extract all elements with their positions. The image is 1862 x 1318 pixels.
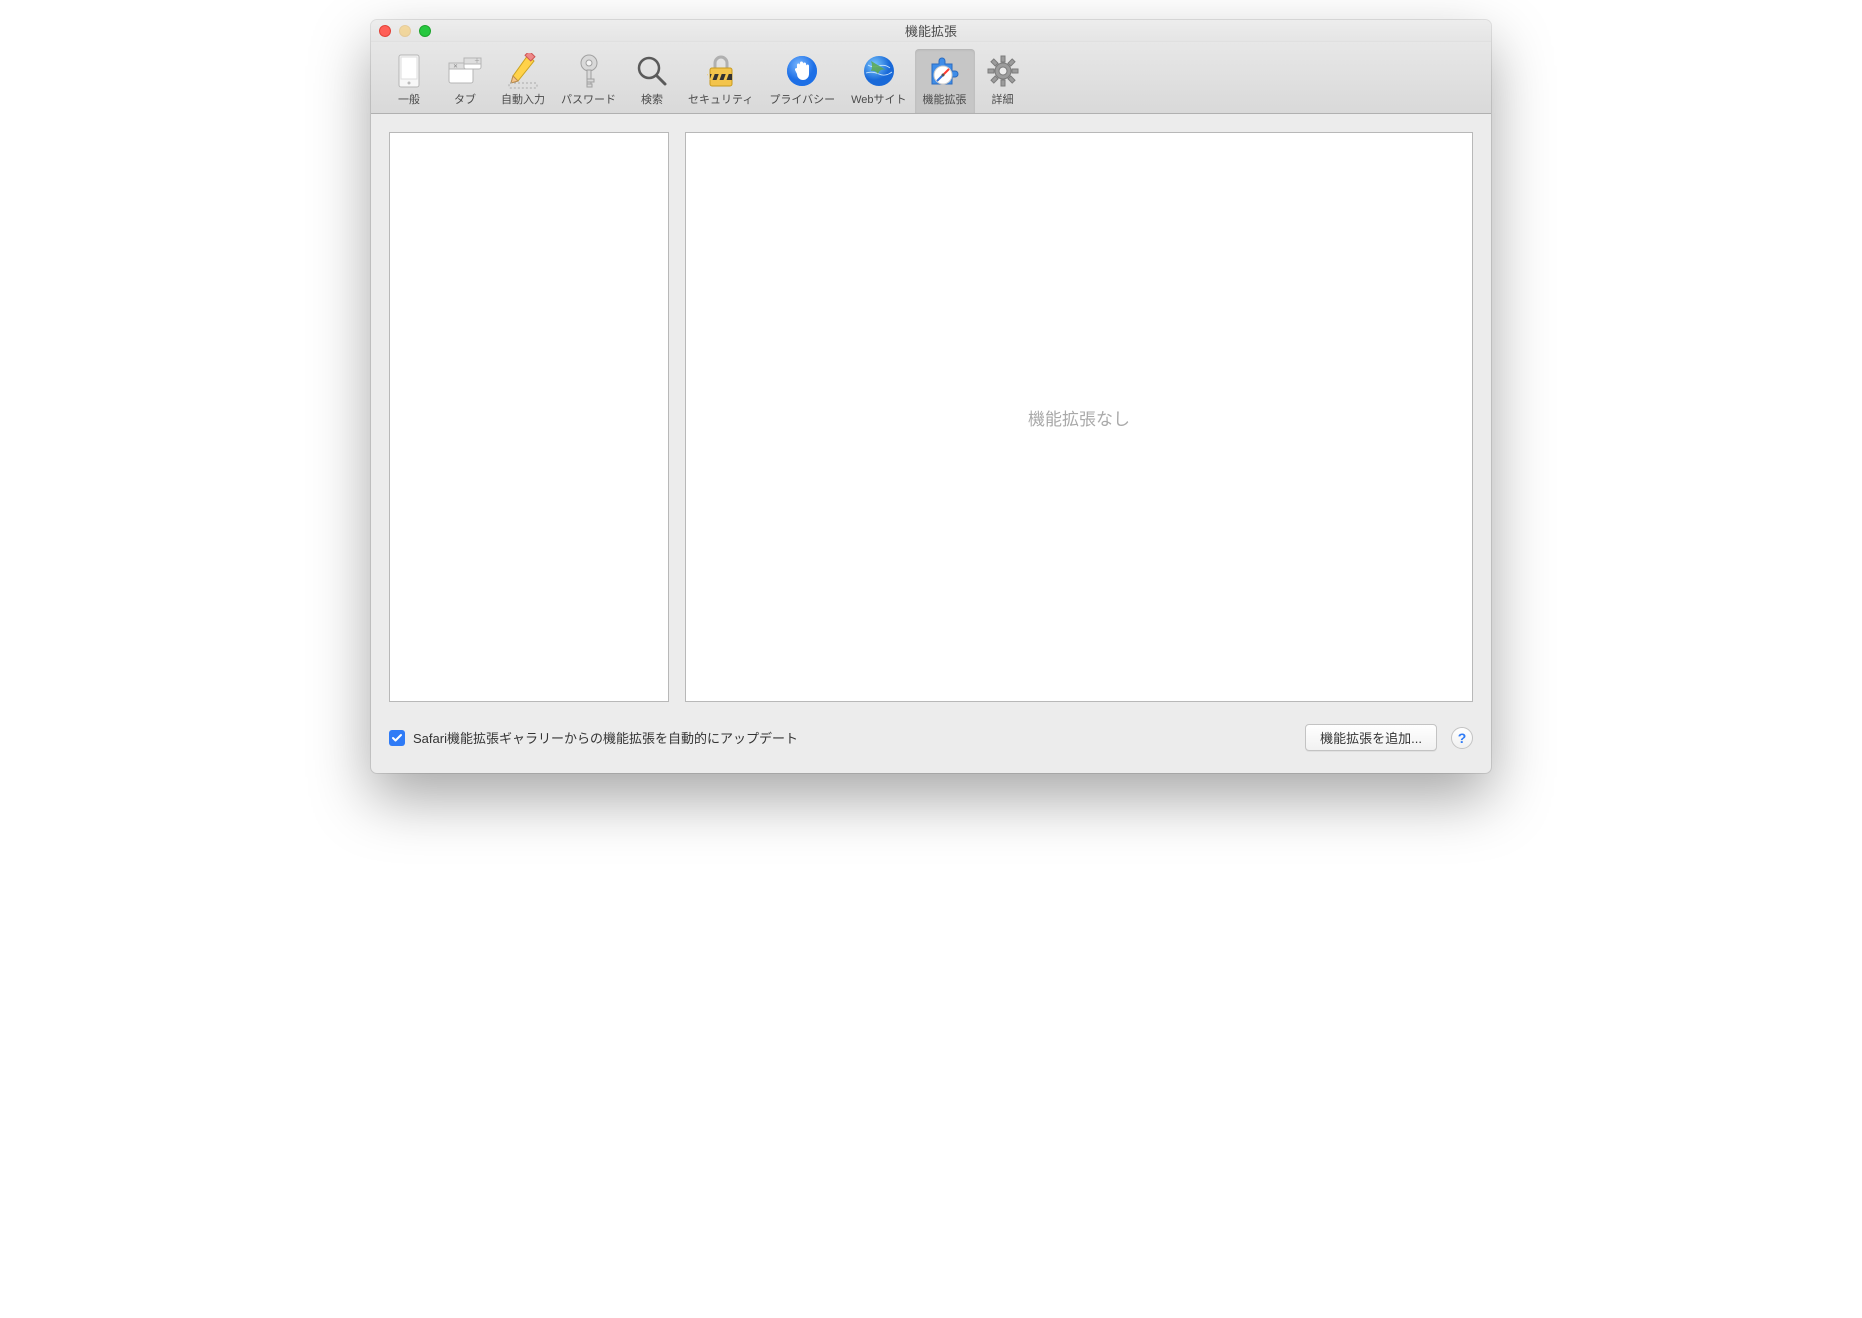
tab-advanced[interactable]: 詳細 [975, 49, 1031, 113]
auto-update-checkbox[interactable] [389, 730, 405, 746]
tab-tabs[interactable]: ✕ ＋ タブ [437, 49, 493, 113]
extension-detail-panel: 機能拡張なし [685, 132, 1473, 702]
minimize-window-button[interactable] [399, 25, 411, 37]
tab-label: パスワード [561, 91, 616, 107]
svg-text:＋: ＋ [474, 58, 480, 65]
preferences-toolbar: 一般 ✕ ＋ タブ [371, 42, 1491, 114]
gear-icon [987, 53, 1019, 89]
tab-label: 詳細 [992, 91, 1014, 107]
zoom-window-button[interactable] [419, 25, 431, 37]
tab-label: 検索 [641, 91, 663, 107]
tab-search[interactable]: 検索 [624, 49, 680, 113]
extensions-list-panel [389, 132, 669, 702]
tab-autofill[interactable]: 自動入力 [493, 49, 553, 113]
tab-websites[interactable]: Webサイト [843, 49, 914, 113]
key-icon [577, 53, 601, 89]
tab-general[interactable]: 一般 [381, 49, 437, 113]
tab-label: タブ [454, 91, 476, 107]
auto-update-label: Safari機能拡張ギャラリーからの機能拡張を自動的にアップデート [413, 728, 798, 747]
hand-icon [786, 53, 818, 89]
window-title: 機能拡張 [905, 21, 957, 40]
footer: Safari機能拡張ギャラリーからの機能拡張を自動的にアップデート 機能拡張を追… [371, 720, 1491, 773]
tab-label: プライバシー [769, 91, 835, 107]
svg-text:✕: ✕ [453, 64, 458, 70]
tab-security[interactable]: セキュリティ [680, 49, 761, 113]
globe-icon [863, 53, 895, 89]
tab-passwords[interactable]: パスワード [553, 49, 624, 113]
tab-privacy[interactable]: プライバシー [761, 49, 843, 113]
lock-icon [707, 53, 735, 89]
tab-extensions[interactable]: 機能拡張 [915, 49, 975, 113]
tab-label: 機能拡張 [923, 91, 967, 107]
extension-icon [928, 53, 962, 89]
help-button[interactable]: ? [1451, 727, 1473, 749]
tab-label: 一般 [398, 91, 420, 107]
search-icon [636, 53, 668, 89]
add-extension-button[interactable]: 機能拡張を追加... [1305, 724, 1437, 751]
preferences-window: 機能拡張 一般 ✕ ＋ [371, 20, 1491, 773]
tab-label: セキュリティ [688, 91, 753, 107]
tabs-icon: ✕ ＋ [448, 53, 482, 89]
pencil-icon [508, 53, 538, 89]
auto-update-row: Safari機能拡張ギャラリーからの機能拡張を自動的にアップデート [389, 728, 798, 747]
close-window-button[interactable] [379, 25, 391, 37]
titlebar: 機能拡張 [371, 20, 1491, 42]
tab-label: Webサイト [851, 91, 906, 107]
general-icon [396, 53, 422, 89]
content-area: 機能拡張なし [371, 114, 1491, 720]
window-controls [379, 25, 431, 37]
tab-label: 自動入力 [501, 91, 545, 107]
no-extensions-message: 機能拡張なし [1028, 405, 1130, 430]
